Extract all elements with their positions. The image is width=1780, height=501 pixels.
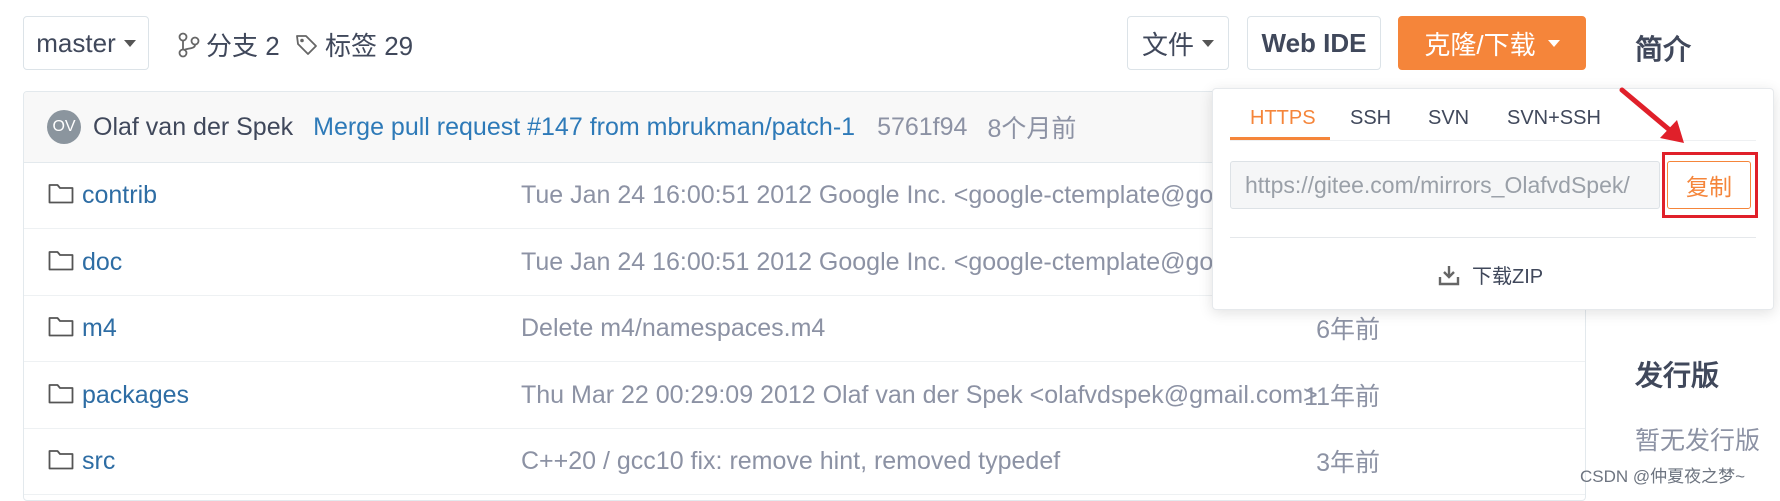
file-commit-message[interactable]: Tue Jan 24 16:00:51 2012 Google Inc. <go…: [521, 181, 1241, 210]
tags-link[interactable]: 标签 29: [295, 26, 413, 63]
table-row: packages Thu Mar 22 00:29:09 2012 Olaf v…: [24, 362, 1585, 429]
branch-select[interactable]: master: [23, 16, 149, 70]
watermark: CSDN @仲夏夜之梦~: [1580, 467, 1746, 486]
tab-svn-ssh[interactable]: SVN+SSH: [1507, 107, 1601, 130]
folder-icon: [48, 450, 74, 470]
file-commit-message[interactable]: Thu Mar 22 00:29:09 2012 Olaf van der Sp…: [521, 381, 1318, 410]
folder-icon: [48, 384, 74, 404]
commit-time: 8个月前: [987, 115, 1077, 143]
file-commit-time: 6年前: [1316, 316, 1380, 344]
clone-download-label: 克隆/下载: [1424, 29, 1536, 60]
file-commit-message[interactable]: Tue Jan 24 16:00:51 2012 Google Inc. <go…: [521, 248, 1241, 277]
download-icon: [1438, 265, 1460, 285]
tab-svn[interactable]: SVN: [1428, 107, 1469, 130]
sidebar-intro-title: 简介: [1635, 34, 1692, 65]
sidebar-releases-title: 发行版: [1635, 360, 1720, 391]
branch-icon: [178, 32, 200, 57]
download-zip-link[interactable]: 下载ZIP: [1438, 260, 1543, 289]
file-button[interactable]: 文件: [1127, 16, 1229, 70]
file-button-label: 文件: [1141, 29, 1194, 60]
avatar[interactable]: OV: [47, 110, 81, 144]
table-row: src C++20 / gcc10 fix: remove hint, remo…: [24, 428, 1585, 495]
download-zip-label: 下载ZIP: [1472, 266, 1544, 288]
branch-select-label: master: [36, 27, 116, 58]
file-commit-time: 3年前: [1316, 449, 1380, 477]
folder-icon: [48, 184, 74, 204]
sidebar-releases-empty: 暂无发行版: [1635, 427, 1761, 455]
tags-label: 标签 29: [325, 31, 414, 61]
folder-icon: [48, 317, 74, 337]
web-ide-button[interactable]: Web IDE: [1247, 16, 1381, 70]
chevron-down-icon: [1547, 39, 1560, 47]
tag-icon: [296, 34, 317, 55]
chevron-down-icon: [123, 39, 136, 47]
annotation-arrow-icon: [1619, 87, 1684, 143]
popup-divider: [1230, 237, 1756, 238]
commit-hash[interactable]: 5761f94: [877, 113, 967, 142]
file-name-link[interactable]: contrib: [82, 181, 157, 210]
file-commit-message[interactable]: Delete m4/namespaces.m4: [521, 314, 825, 343]
folder-icon: [48, 251, 74, 271]
clone-url-field[interactable]: https://gitee.com/mirrors_OlafvdSpek/: [1230, 161, 1660, 209]
branches-link[interactable]: 分支 2: [178, 26, 280, 63]
clone-url-value: https://gitee.com/mirrors_OlafvdSpek/: [1245, 171, 1630, 198]
branches-label: 分支 2: [206, 31, 280, 61]
chevron-down-icon: [1202, 39, 1214, 47]
file-commit-time: 11年前: [1304, 383, 1380, 411]
tab-ssh[interactable]: SSH: [1350, 107, 1391, 130]
tab-https[interactable]: HTTPS: [1250, 107, 1316, 130]
commit-author[interactable]: Olaf van der Spek: [93, 113, 293, 142]
file-name-link[interactable]: packages: [82, 381, 189, 410]
web-ide-label: Web IDE: [1261, 27, 1367, 58]
file-name-link[interactable]: src: [82, 447, 115, 476]
file-commit-message[interactable]: C++20 / gcc10 fix: remove hint, removed …: [521, 447, 1060, 476]
file-name-link[interactable]: doc: [82, 248, 122, 277]
commit-message-link[interactable]: Merge pull request #147 from mbrukman/pa…: [313, 113, 855, 142]
clone-download-button[interactable]: 克隆/下载: [1398, 16, 1586, 70]
file-name-link[interactable]: m4: [82, 314, 117, 343]
